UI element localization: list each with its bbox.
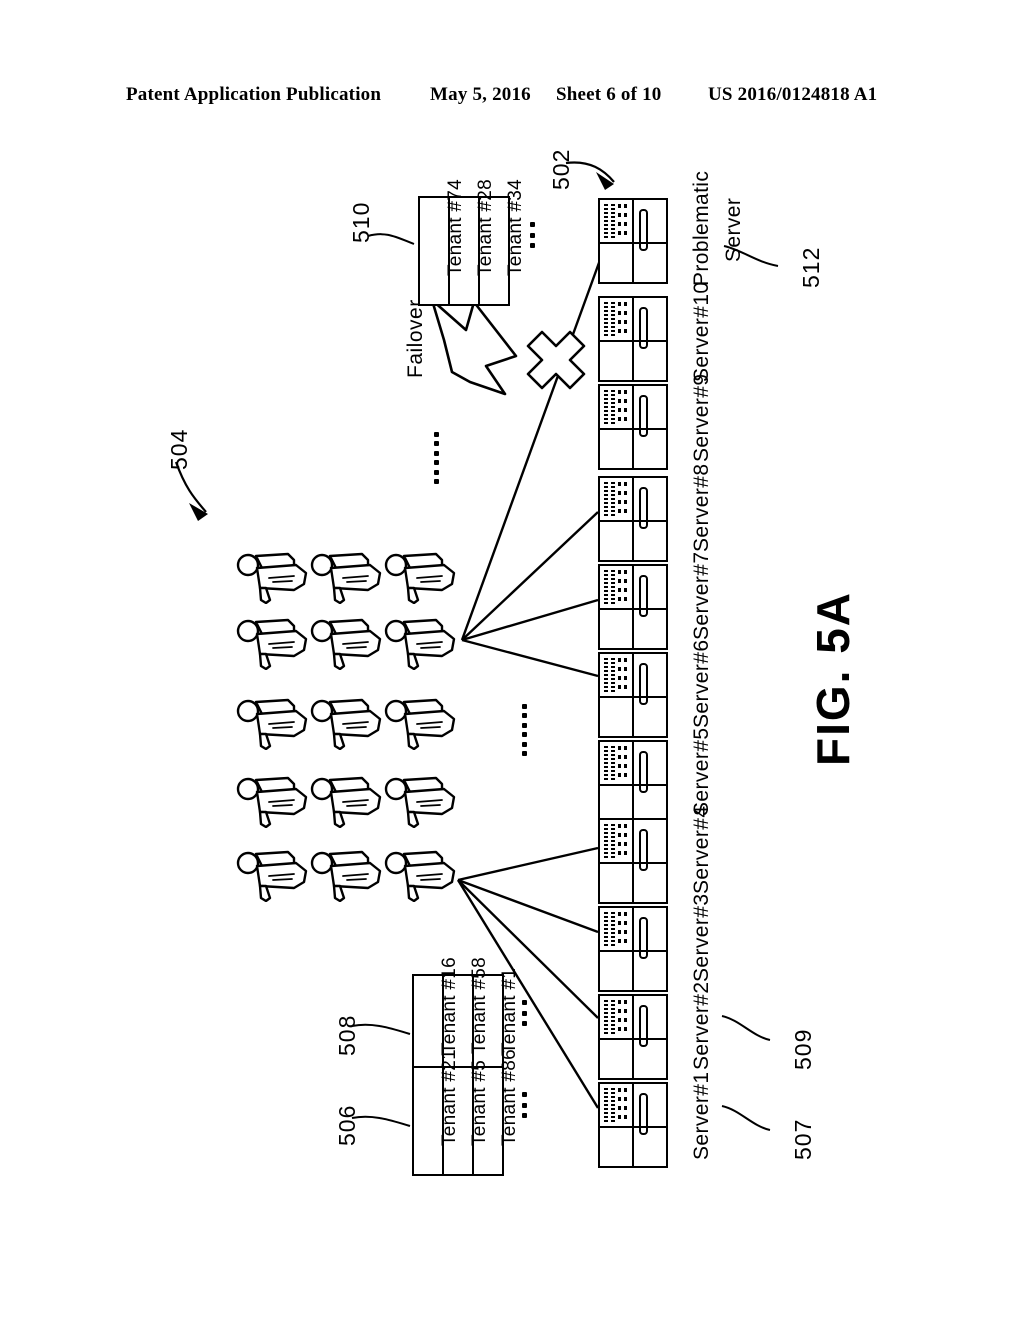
ref-504: 504 [166,428,192,470]
server-vents-icon [600,566,634,648]
server-6-icon[interactable] [598,652,668,738]
server-label-1: Server#1 [690,1071,713,1160]
tenant-cell: Tenant #74 [420,179,466,304]
server-body [634,478,666,560]
user-icon[interactable] [310,772,384,829]
server-body [634,820,666,902]
server-vents-icon [600,820,634,902]
server-label-6: Server#6 [690,639,713,728]
user-icon[interactable] [384,614,458,671]
server-label-problematic-2: Server [722,197,745,262]
server-body [634,298,666,380]
user-icon[interactable] [310,548,384,605]
tenant-cell: Tenant #86 [474,1049,520,1174]
figure-5a: 502 504 510 512 506 508 507 509 Failover… [0,0,1024,1320]
tenant-cell: Tenant #21 [414,1049,460,1174]
server-2-icon[interactable] [598,994,668,1080]
server-vents-icon [600,908,634,990]
server-label-7: Server#7 [690,551,713,640]
server-ellipsis-lower [521,704,527,756]
failover-block-arrow [430,298,518,396]
tenant-group-510: Tenant #74 Tenant #28 Tenant #34 [418,179,526,306]
server-1-icon[interactable] [598,1082,668,1168]
server-10-icon[interactable] [598,296,668,382]
user-icon[interactable] [310,694,384,751]
user-icon[interactable] [236,694,310,751]
tenant-cell: Tenant #34 [480,179,526,304]
server-label-4: Server#4 [690,805,713,894]
server-label-9: Server#9 [690,373,713,462]
tenant-group-506: Tenant #21 Tenant #5 Tenant #86 [412,1049,520,1176]
figure-caption: FIG. 5A [807,590,859,766]
tenant-group-510-ellipsis [529,222,535,248]
server-body [634,566,666,648]
tenant-cell: Tenant #28 [450,179,496,304]
server-4-icon[interactable] [598,818,668,904]
ref-507: 507 [790,1118,816,1160]
server-label-3: Server#3 [690,893,713,982]
ref-508: 508 [334,1014,360,1056]
user-icon[interactable] [310,846,384,903]
server-body [634,386,666,468]
ref-509: 509 [790,1028,816,1070]
server-vents-icon [600,654,634,736]
server-label-8: Server#8 [690,463,713,552]
server-body [634,742,666,824]
server-5-icon[interactable] [598,740,668,826]
failover-label: Failover [404,299,427,378]
server-ellipsis-upper [433,432,439,484]
server-3-icon[interactable] [598,906,668,992]
failed-link-x-icon [526,330,586,390]
user-icon[interactable] [384,548,458,605]
problematic-server-icon[interactable] [598,198,668,284]
server-vents-icon [600,298,634,380]
tenant-group-508-ellipsis [521,1000,527,1026]
tenant-cell: Tenant #5 [444,1060,490,1174]
server-vents-icon [600,478,634,560]
ref-510: 510 [348,201,374,243]
ref-512: 512 [798,246,824,288]
user-icon[interactable] [236,846,310,903]
tenant-label: Tenant #1 [499,967,520,1054]
server-vents-icon [600,200,634,282]
user-icon[interactable] [236,772,310,829]
server-body [634,654,666,736]
server-label-10: Server#10 [690,281,713,383]
server-vents-icon [600,386,634,468]
server-label-2: Server#2 [690,981,713,1070]
ref-502: 502 [548,148,574,190]
server-label-problematic-1: Problematic [690,170,713,286]
tenant-label: Tenant #34 [505,178,526,276]
user-icon[interactable] [384,772,458,829]
ref-506: 506 [334,1104,360,1146]
server-vents-icon [600,742,634,824]
server-body [634,996,666,1078]
user-icon[interactable] [310,614,384,671]
tenant-group-506-ellipsis [521,1092,527,1118]
server-9-icon[interactable] [598,384,668,470]
user-icon[interactable] [384,694,458,751]
server-7-icon[interactable] [598,564,668,650]
user-icon[interactable] [236,548,310,605]
server-body [634,1084,666,1166]
user-icon[interactable] [384,846,458,903]
tenant-label: Tenant #86 [499,1048,520,1146]
user-icon[interactable] [236,614,310,671]
server-body [634,200,666,282]
server-8-icon[interactable] [598,476,668,562]
server-body [634,908,666,990]
server-vents-icon [600,1084,634,1166]
server-label-5: Server#5 [690,727,713,816]
server-vents-icon [600,996,634,1078]
